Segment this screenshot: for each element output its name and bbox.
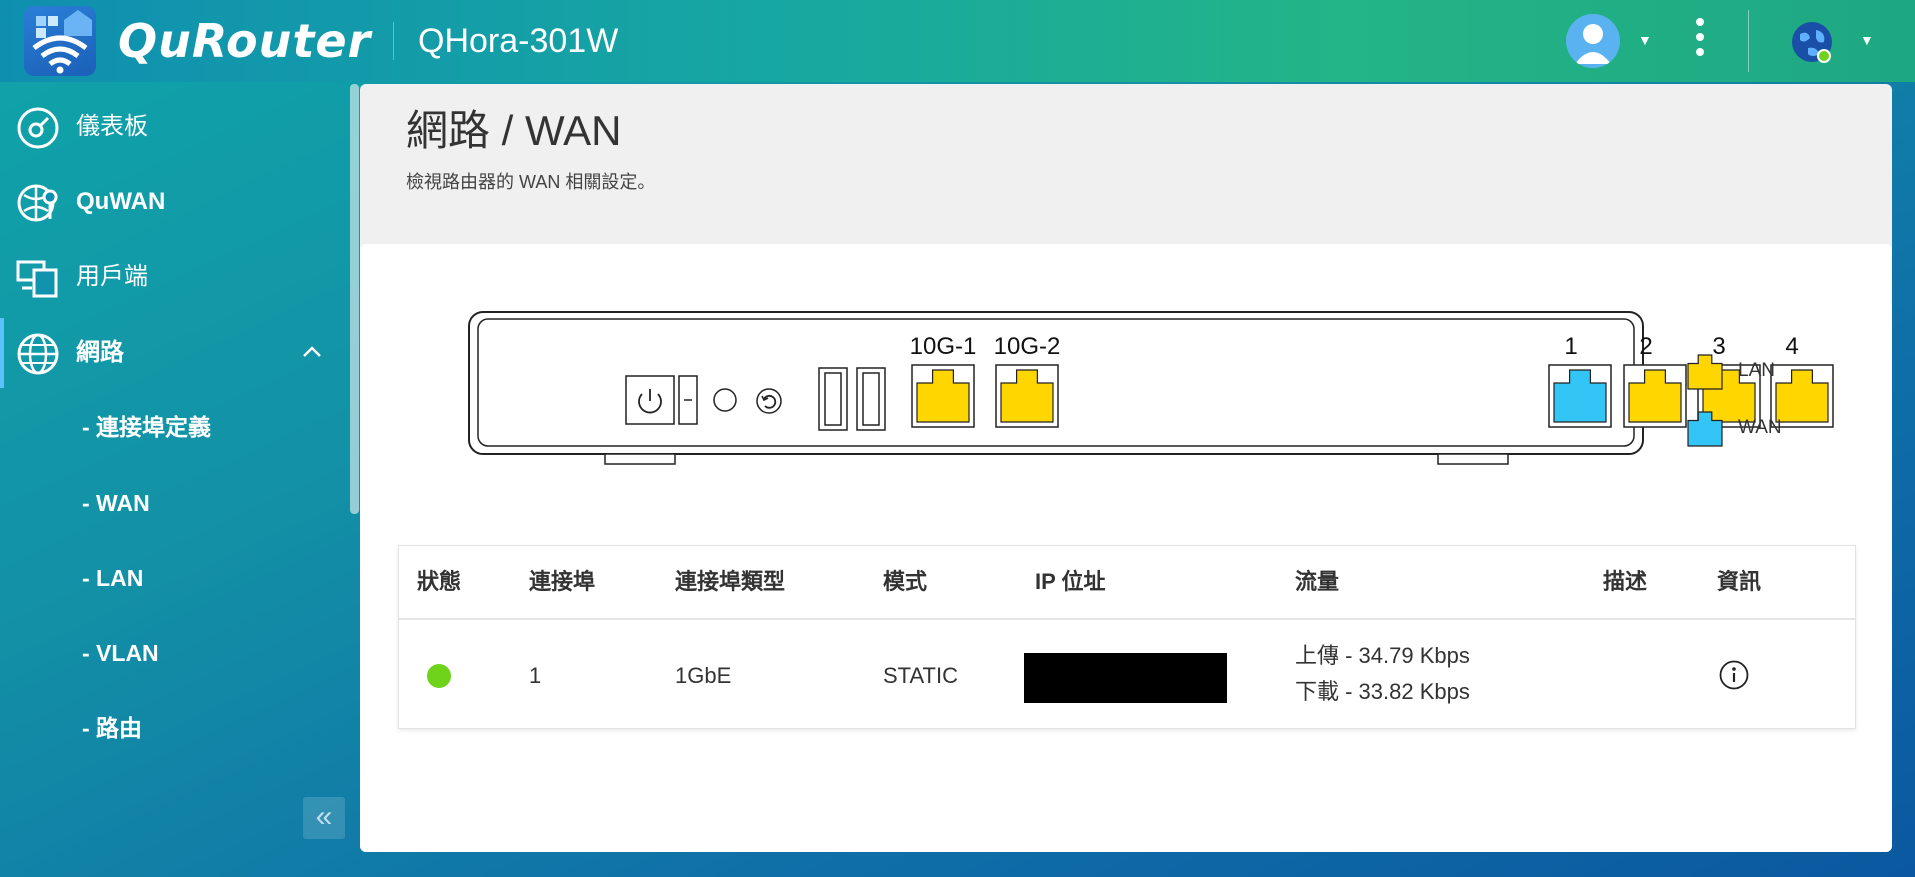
sidebar-subitem-routing[interactable]: - 路由 <box>82 713 142 743</box>
page-title: 網路 / WAN <box>406 107 622 154</box>
column-header-traffic[interactable]: 流量 <box>1295 568 1339 596</box>
brand-name: QuRouter <box>118 14 372 68</box>
brand-divider <box>393 22 394 60</box>
quwan-icon <box>16 181 60 225</box>
sidebar-subitem-vlan[interactable]: - VLAN <box>82 638 159 668</box>
table-row[interactable]: 1 1GbE STATIC 上傳 - 34.79 Kbps 下載 - 33.82… <box>399 622 1855 728</box>
column-header-info: 資訊 <box>1717 569 1762 594</box>
top-bar: QuRouter QHora-301W ▼ ▼ <box>0 0 1915 82</box>
table-header: 狀態 連接埠 連接埠類型 模式 IP 位址 流量 描述 資訊 <box>399 546 1855 620</box>
ethernet-port-10g-1-lan-icon[interactable] <box>911 364 975 433</box>
wan-table: 狀態 連接埠 連接埠類型 模式 IP 位址 流量 描述 資訊 1 1GbE ST… <box>398 545 1856 729</box>
port-label-1: 1 <box>1564 333 1578 360</box>
network-map-icon[interactable] <box>1790 20 1834 64</box>
more-options-icon[interactable] <box>1690 18 1710 64</box>
sidebar: 儀表板 QuWAN 用戶端 網路 - 連接埠定義 - WAN - LAN - V… <box>0 82 360 877</box>
ethernet-port-1-wan-icon[interactable] <box>1548 364 1612 433</box>
ip-address-redacted <box>1024 653 1227 703</box>
traffic-download: 下載 - 33.82 Kbps <box>1295 679 1470 704</box>
chevron-up-icon[interactable] <box>300 340 324 364</box>
collapse-sidebar-icon[interactable]: « <box>303 797 345 839</box>
sidebar-item-clients[interactable]: 用戶端 <box>0 242 355 312</box>
usb-port-icon <box>818 367 848 431</box>
column-header-status[interactable]: 狀態 <box>417 568 461 596</box>
column-header-mode[interactable]: 模式 <box>883 568 927 596</box>
column-header-description[interactable]: 描述 <box>1603 568 1647 596</box>
traffic-upload: 上傳 - 34.79 Kbps <box>1295 643 1470 668</box>
status-indicator-icon <box>427 664 451 688</box>
info-icon[interactable] <box>1719 660 1749 690</box>
power-led-icon <box>678 375 698 425</box>
port-cell: 1 <box>529 663 542 688</box>
device-model: QHora-301W <box>418 22 619 60</box>
ethernet-port-2-lan-icon[interactable] <box>1623 364 1687 433</box>
port-label-10g-2: 10G-2 <box>993 333 1061 360</box>
mode-cell: STATIC <box>883 663 958 688</box>
sidebar-item-label: QuWAN <box>76 188 166 215</box>
port-type-cell: 1GbE <box>675 663 732 688</box>
legend-lan: LAN <box>1686 350 1826 390</box>
network-globe-icon <box>16 332 60 376</box>
led-indicator-icon <box>713 388 737 412</box>
dashboard-icon <box>16 106 60 150</box>
sidebar-subitem-lan[interactable]: - LAN <box>82 563 143 593</box>
network-menu-chevron-down-icon[interactable]: ▼ <box>1860 32 1874 48</box>
content-area: 10G-1 10G-2 1 2 3 4 LAN WAN 狀態 連接埠 連接埠類型… <box>360 244 1892 852</box>
legend-label: WAN <box>1738 417 1782 438</box>
ethernet-port-10g-2-lan-icon[interactable] <box>995 364 1059 433</box>
clients-icon <box>16 256 60 300</box>
reset-button-icon <box>756 388 782 414</box>
qurouter-logo-icon <box>24 6 96 76</box>
sidebar-item-label: 儀表板 <box>76 113 148 140</box>
sidebar-subitem-wan[interactable]: - WAN <box>82 488 150 518</box>
sidebar-item-dashboard[interactable]: 儀表板 <box>0 92 355 162</box>
main-panel: 網路 / WAN 檢視路由器的 WAN 相關設定。 10G-1 10G-2 1 … <box>360 84 1892 852</box>
wan-port-icon <box>1686 410 1724 453</box>
legend-wan: WAN <box>1686 407 1826 447</box>
sidebar-subitem-port-definition[interactable]: - 連接埠定義 <box>82 412 211 442</box>
column-header-ip-address[interactable]: IP 位址 <box>1035 568 1106 596</box>
page-subtitle: 檢視路由器的 WAN 相關設定。 <box>406 172 656 192</box>
router-front-panel-diagram: 10G-1 10G-2 1 2 3 4 <box>468 311 1834 465</box>
usb-port-icon <box>856 367 886 431</box>
user-avatar[interactable] <box>1566 14 1620 68</box>
column-header-port[interactable]: 連接埠 <box>529 568 595 596</box>
sidebar-item-quwan[interactable]: QuWAN <box>0 167 355 237</box>
top-bar-divider <box>1748 10 1749 72</box>
column-header-port-type[interactable]: 連接埠類型 <box>675 568 785 596</box>
sidebar-item-label: 用戶端 <box>76 263 148 290</box>
lan-port-icon <box>1686 353 1724 396</box>
port-label-10g-1: 10G-1 <box>909 333 977 360</box>
port-label-2: 2 <box>1639 333 1653 360</box>
power-button-icon <box>625 375 675 425</box>
sidebar-item-network[interactable]: 網路 <box>0 318 355 388</box>
sidebar-item-label: 網路 <box>76 339 124 366</box>
user-menu-chevron-down-icon[interactable]: ▼ <box>1638 32 1652 48</box>
sidebar-scrollbar[interactable] <box>350 84 359 514</box>
legend-label: LAN <box>1738 360 1775 381</box>
